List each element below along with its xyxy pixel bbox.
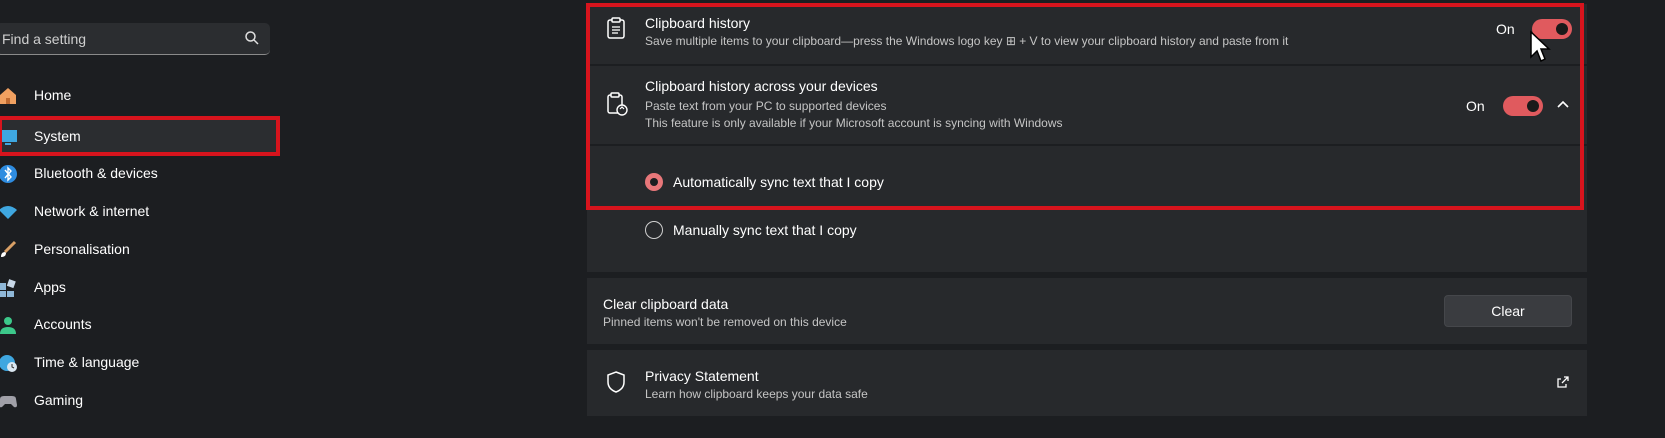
clear-data-subtitle: Pinned items won't be removed on this de… — [603, 315, 847, 329]
sidebar-item-system[interactable]: System — [0, 119, 280, 153]
toggle-knob — [1556, 23, 1568, 35]
clipboard-sync-icon — [607, 92, 628, 116]
sidebar-item-label: Apps — [34, 279, 66, 295]
across-devices-toggle-label: On — [1466, 98, 1485, 114]
sidebar-item-network[interactable]: Network & internet — [0, 194, 280, 228]
radio-button-automatic[interactable] — [645, 173, 663, 191]
sync-options-card: Automatically sync text that I copy Manu… — [587, 146, 1587, 272]
clear-data-title: Clear clipboard data — [603, 296, 729, 312]
privacy-subtitle: Learn how clipboard keeps your data safe — [645, 387, 868, 401]
home-icon — [0, 88, 16, 104]
across-devices-subtitle-1: Paste text from your PC to supported dev… — [645, 99, 887, 113]
radio-option-automatic[interactable]: Automatically sync text that I copy — [645, 171, 1345, 193]
mouse-cursor-icon — [1530, 30, 1551, 63]
clear-data-card: Clear clipboard data Pinned items won't … — [587, 278, 1587, 344]
radio-label-manual: Manually sync text that I copy — [673, 222, 857, 238]
clipboard-history-subtitle: Save multiple items to your clipboard—pr… — [645, 34, 1289, 48]
gamepad-icon — [0, 396, 17, 408]
privacy-title: Privacy Statement — [645, 368, 759, 384]
chevron-up-icon[interactable] — [1556, 99, 1570, 109]
across-devices-toggle[interactable] — [1503, 96, 1543, 116]
sidebar-item-accounts[interactable]: Accounts — [0, 307, 280, 341]
search-box[interactable]: Find a setting — [0, 23, 270, 55]
system-icon — [0, 130, 17, 145]
sidebar-item-label: Home — [34, 87, 72, 103]
sidebar-item-personalisation[interactable]: Personalisation — [0, 232, 280, 266]
sidebar-item-gaming[interactable]: Gaming — [0, 383, 280, 417]
radio-label-automatic: Automatically sync text that I copy — [673, 174, 884, 190]
globe-clock-icon — [0, 355, 17, 372]
sidebar-item-label: Bluetooth & devices — [34, 165, 158, 181]
person-icon — [0, 317, 16, 334]
clear-button[interactable]: Clear — [1444, 295, 1572, 327]
sidebar-item-label: Accounts — [34, 316, 92, 332]
search-icon[interactable] — [244, 30, 260, 46]
privacy-card[interactable]: Privacy Statement Learn how clipboard ke… — [587, 350, 1587, 416]
wifi-icon — [0, 206, 17, 219]
sidebar-item-label: Time & language — [34, 354, 140, 370]
sidebar-item-label: Gaming — [34, 392, 84, 408]
radio-button-manual[interactable] — [645, 221, 663, 239]
apps-icon — [0, 279, 16, 297]
sidebar-item-label: Network & internet — [34, 203, 150, 219]
clipboard-icon — [607, 17, 625, 39]
sidebar-item-label: System — [34, 128, 81, 144]
clipboard-history-title: Clipboard history — [645, 15, 751, 31]
bluetooth-icon — [0, 165, 17, 183]
brush-icon — [1, 240, 17, 257]
sidebar: Find a setting Home System Bluetooth & d… — [0, 0, 290, 438]
external-link-icon[interactable] — [1556, 375, 1570, 389]
across-devices-card: Clipboard history across your devices Pa… — [587, 66, 1587, 144]
toggle-knob — [1527, 100, 1539, 112]
across-devices-title: Clipboard history across your devices — [645, 78, 878, 94]
across-devices-subtitle-2: This feature is only available if your M… — [645, 116, 1063, 130]
clipboard-history-toggle-label: On — [1496, 21, 1515, 37]
sidebar-item-label: Personalisation — [34, 241, 130, 257]
radio-option-manual[interactable]: Manually sync text that I copy — [645, 219, 1345, 241]
sidebar-item-home[interactable]: Home — [0, 78, 280, 112]
clipboard-history-card: Clipboard history Save multiple items to… — [587, 4, 1587, 64]
shield-icon — [607, 371, 625, 393]
sidebar-item-apps[interactable]: Apps — [0, 270, 280, 304]
search-input[interactable]: Find a setting — [2, 31, 86, 47]
sidebar-item-bluetooth-devices[interactable]: Bluetooth & devices — [0, 156, 280, 190]
sidebar-item-time-language[interactable]: Time & language — [0, 345, 280, 379]
